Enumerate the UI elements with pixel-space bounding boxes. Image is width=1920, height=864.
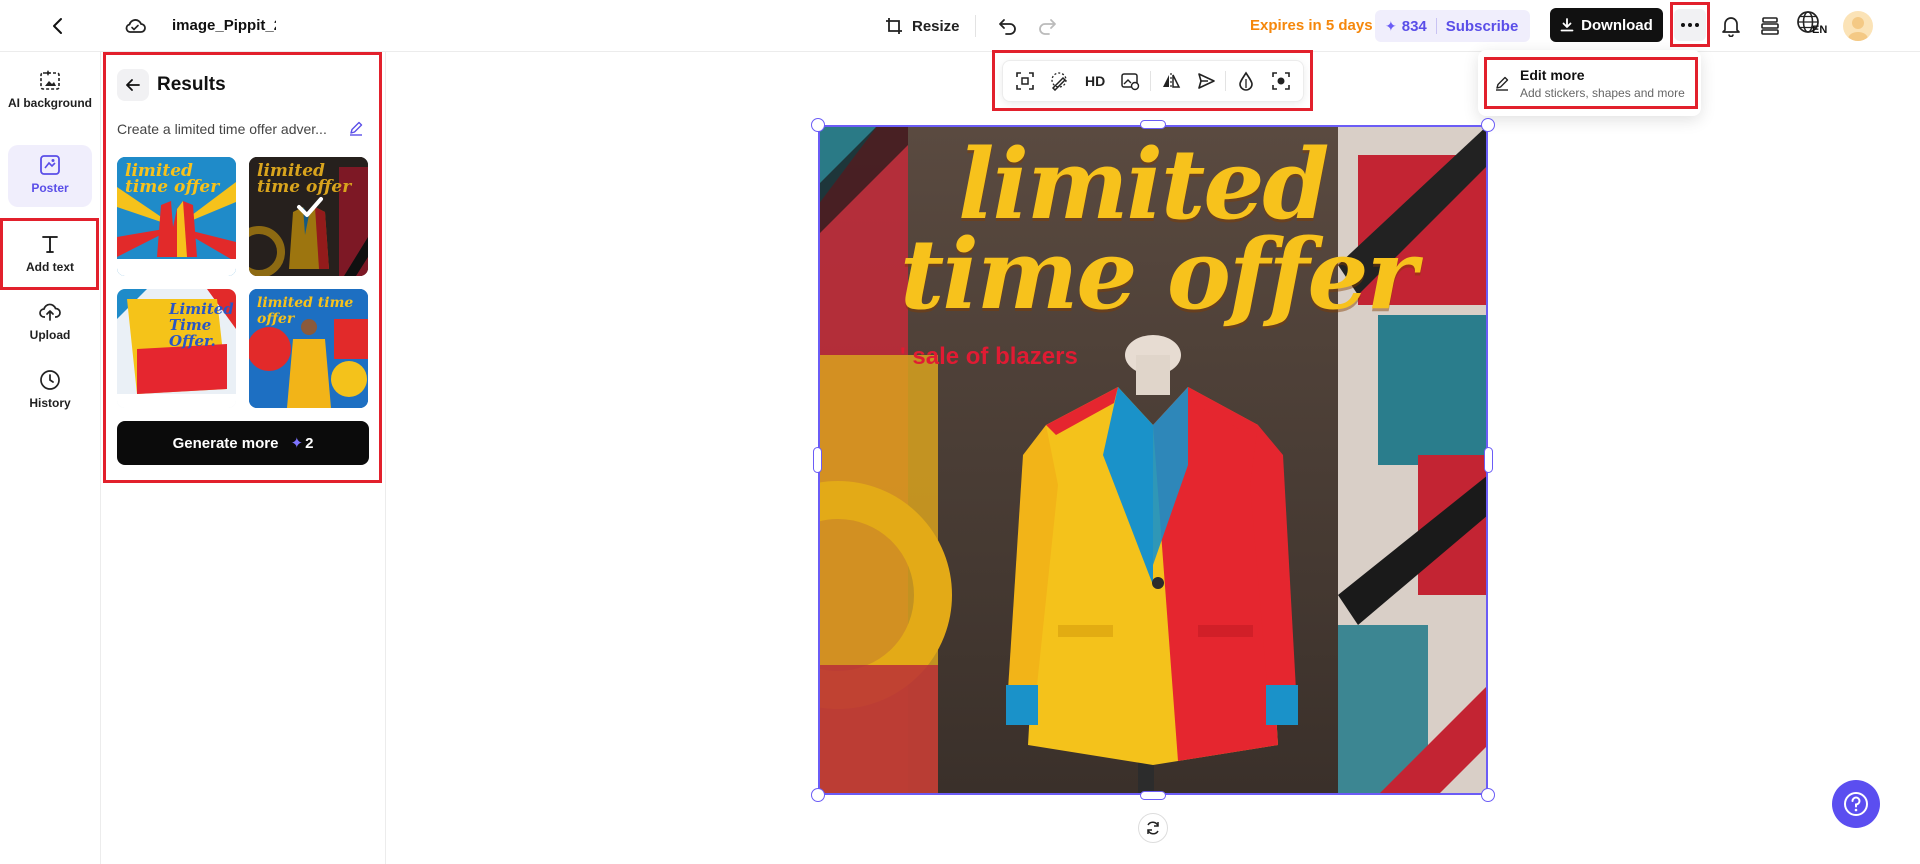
image-toolbar-highlight — [992, 50, 1313, 111]
download-icon — [1560, 18, 1574, 32]
rail-item-upload[interactable]: Upload — [8, 300, 92, 356]
subscribe-link[interactable]: Subscribe — [1446, 18, 1519, 35]
redo-button[interactable] — [1032, 11, 1062, 41]
download-button[interactable]: Download — [1550, 8, 1663, 42]
undo-button[interactable] — [993, 11, 1023, 41]
rotate-icon — [1147, 821, 1159, 835]
resize-label: Resize — [912, 17, 960, 35]
chevron-left-icon — [53, 18, 62, 34]
resize-handle-top-right[interactable] — [1481, 118, 1495, 132]
resize-handle-bottom[interactable] — [1140, 791, 1166, 800]
edit-more-subtitle: Add stickers, shapes and more — [1520, 86, 1685, 100]
bell-icon — [1722, 17, 1740, 37]
canvas[interactable]: limited time offer ' sale of blazers — [811, 118, 1495, 802]
back-button[interactable] — [44, 12, 72, 40]
poster-icon — [40, 155, 60, 175]
add-text-highlight — [0, 218, 99, 290]
more-options-button[interactable] — [1674, 9, 1706, 41]
user-avatar-icon — [1848, 17, 1868, 41]
rail-item-history[interactable]: History — [8, 368, 92, 424]
rail-item-ai-background[interactable]: AI background — [8, 68, 92, 132]
toolbar-divider — [975, 15, 976, 37]
language-button[interactable]: EN — [1796, 10, 1832, 42]
results-panel-highlight — [103, 52, 382, 483]
poster-image[interactable]: limited time offer ' sale of blazers — [818, 125, 1488, 795]
resize-handle-bottom-left[interactable] — [811, 788, 825, 802]
download-label: Download — [1581, 16, 1653, 34]
resize-handle-top[interactable] — [1140, 120, 1166, 129]
rotate-button[interactable] — [1138, 813, 1168, 843]
resize-handle-left[interactable] — [813, 447, 822, 473]
question-icon — [1844, 792, 1868, 816]
left-rail: AI background Poster Add text Upload His… — [0, 52, 101, 864]
edit-more-menu-item[interactable] — [1484, 57, 1698, 109]
credits-divider — [1435, 18, 1437, 34]
help-button[interactable] — [1832, 780, 1880, 828]
resize-handle-bottom-right[interactable] — [1481, 788, 1495, 802]
rail-item-label: Upload — [29, 328, 71, 342]
undo-icon — [999, 19, 1016, 35]
resize-icon — [886, 18, 902, 34]
notifications-button[interactable] — [1716, 11, 1746, 41]
language-code: EN — [1812, 24, 1828, 36]
avatar[interactable] — [1843, 11, 1873, 41]
cloud-icon — [125, 19, 146, 33]
poster-tagline: ' sale of blazers — [900, 343, 1078, 370]
pencil-icon — [1496, 76, 1509, 91]
cloud-save-button[interactable] — [121, 12, 149, 40]
layers-icon — [1761, 17, 1779, 35]
credit-count: 834 — [1401, 17, 1427, 35]
resize-handle-right[interactable] — [1484, 447, 1493, 473]
file-name[interactable]: image_Pippit_20 — [172, 15, 276, 37]
layers-button[interactable] — [1755, 11, 1785, 41]
expiry-notice: Expires in 5 days — [1250, 17, 1373, 34]
edit-more-title: Edit more — [1520, 67, 1585, 83]
ai-background-icon — [40, 70, 60, 90]
more-dots-icon — [1681, 23, 1699, 27]
top-bar: image_Pippit_20 Resize Expires in 5 days… — [0, 0, 1920, 52]
poster-headline-line2: time offer — [900, 218, 1417, 331]
resize-handle-top-left[interactable] — [811, 118, 825, 132]
redo-icon — [1039, 19, 1056, 35]
credits-badge: ✦ 834 Subscribe — [1375, 10, 1530, 42]
credit-star-icon: ✦ — [1385, 17, 1397, 34]
rail-item-poster[interactable]: Poster — [8, 145, 92, 207]
resize-button[interactable]: Resize — [884, 11, 960, 41]
upload-icon — [39, 303, 61, 321]
rail-item-label: History — [29, 396, 71, 410]
history-icon — [40, 370, 60, 390]
rail-item-label: AI background — [8, 96, 93, 110]
rail-item-label: Poster — [31, 181, 69, 195]
